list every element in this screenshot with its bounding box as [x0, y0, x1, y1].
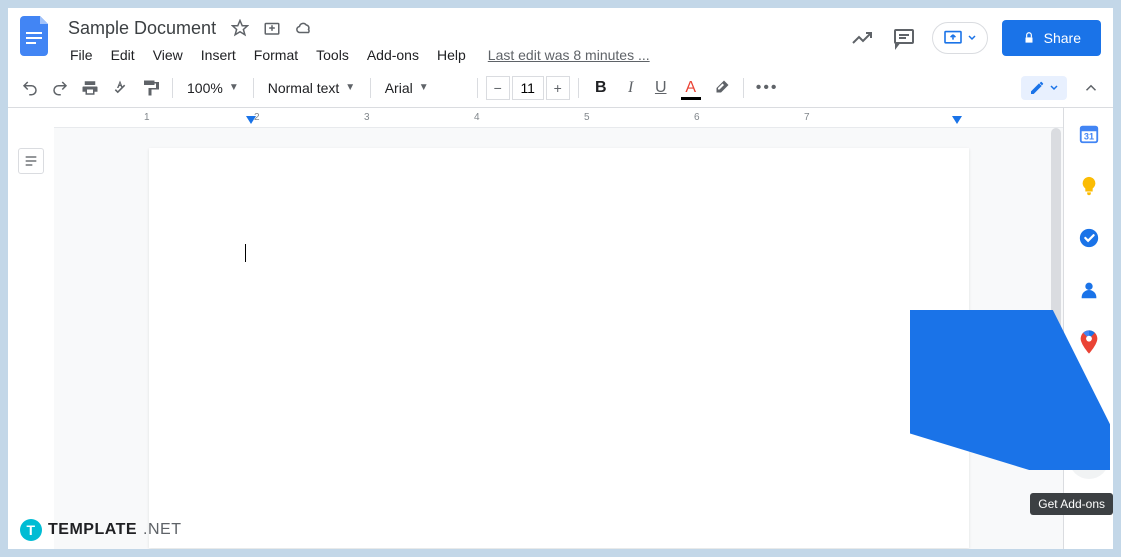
- font-size-input[interactable]: [512, 76, 544, 100]
- undo-button[interactable]: [16, 74, 44, 102]
- bold-button[interactable]: B: [587, 74, 615, 102]
- lock-icon: [1022, 31, 1036, 45]
- font-size-control: − +: [486, 76, 570, 100]
- style-select[interactable]: Normal text ▼: [262, 80, 362, 96]
- print-button[interactable]: [76, 74, 104, 102]
- separator: [253, 78, 254, 98]
- maps-icon[interactable]: [1077, 330, 1101, 354]
- left-gutter: [8, 108, 54, 549]
- star-icon[interactable]: [230, 18, 250, 38]
- right-indent-marker[interactable]: [952, 116, 962, 124]
- watermark-suffix: .NET: [143, 521, 181, 539]
- menu-insert[interactable]: Insert: [193, 43, 244, 67]
- calendar-icon[interactable]: 31: [1077, 122, 1101, 146]
- menu-help[interactable]: Help: [429, 43, 474, 67]
- text-cursor: [245, 244, 246, 262]
- underline-button[interactable]: U: [647, 74, 675, 102]
- horizontal-ruler[interactable]: 1 2 3 4 5 6 7: [54, 108, 1063, 128]
- italic-button[interactable]: I: [617, 74, 645, 102]
- separator: [370, 78, 371, 98]
- separator: [578, 78, 579, 98]
- format-paint-button[interactable]: [136, 74, 164, 102]
- ruler-mark: 1: [144, 112, 150, 123]
- separator: [477, 78, 478, 98]
- docs-logo[interactable]: [16, 16, 56, 56]
- zoom-select[interactable]: 100% ▼: [181, 80, 245, 96]
- comments-icon[interactable]: [890, 24, 918, 52]
- keep-icon[interactable]: [1077, 174, 1101, 198]
- watermark-brand: TEMPLATE: [48, 521, 137, 539]
- contacts-icon[interactable]: [1077, 278, 1101, 302]
- addons-tooltip: Get Add-ons: [1030, 493, 1113, 515]
- tasks-icon[interactable]: [1077, 226, 1101, 250]
- watermark: T TEMPLATE .NET: [20, 519, 181, 541]
- redo-button[interactable]: [46, 74, 74, 102]
- main-area: 1 2 3 4 5 6 7 31: [8, 108, 1113, 549]
- menu-view[interactable]: View: [145, 43, 191, 67]
- collapse-button[interactable]: [1077, 74, 1105, 102]
- separator: [743, 78, 744, 98]
- pencil-icon: [1029, 80, 1045, 96]
- get-addons-button[interactable]: +: [1069, 439, 1109, 479]
- chevron-down-icon: [967, 33, 977, 43]
- share-button[interactable]: Share: [1002, 20, 1101, 56]
- style-value: Normal text: [268, 80, 340, 96]
- cloud-status-icon[interactable]: [294, 18, 314, 38]
- more-button[interactable]: •••: [752, 74, 783, 102]
- template-logo-icon: T: [20, 519, 42, 541]
- chevron-down-icon: ▼: [229, 82, 239, 93]
- font-size-increase[interactable]: +: [546, 76, 570, 100]
- menu-addons[interactable]: Add-ons: [359, 43, 427, 67]
- header-right: Share: [848, 20, 1101, 56]
- menubar: File Edit View Insert Format Tools Add-o…: [62, 42, 848, 68]
- ruler-mark: 3: [364, 112, 370, 123]
- ruler-mark: 4: [474, 112, 480, 123]
- chevron-down-icon: ▼: [345, 82, 355, 93]
- chevron-down-icon: [1049, 83, 1059, 93]
- editing-mode-button[interactable]: [1021, 76, 1067, 100]
- svg-text:31: 31: [1083, 132, 1093, 142]
- separator: [172, 78, 173, 98]
- ruler-mark: 7: [804, 112, 810, 123]
- present-button[interactable]: [932, 22, 988, 54]
- menu-format[interactable]: Format: [246, 43, 306, 67]
- ruler-mark: 5: [584, 112, 590, 123]
- vertical-scrollbar[interactable]: [1051, 128, 1061, 428]
- document-area: 1 2 3 4 5 6 7: [54, 108, 1063, 549]
- zoom-value: 100%: [187, 80, 223, 96]
- highlight-button[interactable]: [707, 74, 735, 102]
- left-indent-marker[interactable]: [246, 116, 256, 124]
- title-area: Sample Document File Edit View Insert Fo…: [62, 14, 848, 68]
- text-color-button[interactable]: A: [677, 74, 705, 102]
- toolbar: 100% ▼ Normal text ▼ Arial ▼ − + B I U A ••…: [8, 68, 1113, 108]
- plus-icon: +: [1081, 445, 1095, 473]
- outline-button[interactable]: [18, 148, 44, 174]
- menu-tools[interactable]: Tools: [308, 43, 357, 67]
- font-value: Arial: [385, 80, 413, 96]
- last-edit-link[interactable]: Last edit was 8 minutes ...: [488, 47, 650, 63]
- header: Sample Document File Edit View Insert Fo…: [8, 8, 1113, 68]
- menu-edit[interactable]: Edit: [103, 43, 143, 67]
- ruler-mark: 6: [694, 112, 700, 123]
- font-select[interactable]: Arial ▼: [379, 80, 469, 96]
- title-row: Sample Document: [62, 14, 848, 42]
- side-panel: 31 + Get Add-ons: [1063, 108, 1113, 549]
- document-page[interactable]: [149, 148, 969, 548]
- move-icon[interactable]: [262, 18, 282, 38]
- share-label: Share: [1044, 30, 1081, 46]
- menu-file[interactable]: File: [62, 43, 101, 67]
- spellcheck-button[interactable]: [106, 74, 134, 102]
- google-docs-app: Sample Document File Edit View Insert Fo…: [8, 8, 1113, 549]
- font-size-decrease[interactable]: −: [486, 76, 510, 100]
- document-title[interactable]: Sample Document: [62, 16, 222, 41]
- activity-icon[interactable]: [848, 24, 876, 52]
- chevron-down-icon: ▼: [419, 82, 429, 93]
